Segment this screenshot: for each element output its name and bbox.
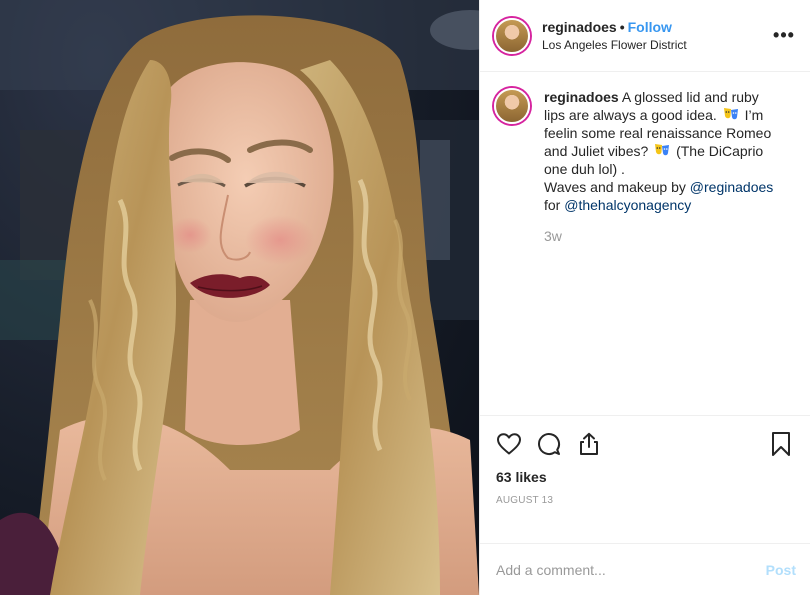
save-button[interactable] (768, 431, 794, 457)
action-icons (496, 424, 794, 464)
like-button[interactable] (496, 431, 522, 457)
bookmark-icon (772, 432, 790, 456)
separator-dot: • (619, 19, 625, 35)
theater-masks-icon (723, 108, 738, 120)
author-info: reginadoes • Follow Los Angeles Flower Dis… (542, 18, 772, 53)
instagram-post-modal: reginadoes • Follow Los Angeles Flower Dis… (0, 0, 810, 595)
location-link[interactable]: Los Angeles Flower District (542, 37, 772, 53)
comment-button[interactable] (536, 431, 562, 457)
likes-count[interactable]: 63 likes (496, 469, 794, 485)
caption-area: reginadoes A glossed lid and ruby lips a… (480, 72, 810, 415)
caption-avatar[interactable] (494, 88, 530, 124)
comment-input[interactable] (496, 561, 766, 578)
follow-button[interactable]: Follow (628, 19, 672, 35)
post-comment-button[interactable]: Post (766, 562, 796, 578)
post-photo[interactable] (0, 0, 479, 595)
post-date[interactable]: AUGUST 13 (496, 495, 794, 506)
post-header: reginadoes • Follow Los Angeles Flower Dis… (480, 0, 810, 72)
theater-masks-icon (655, 144, 670, 156)
mention-link-halcyon[interactable]: @thehalcyonagency (564, 197, 691, 213)
caption-username[interactable]: reginadoes (544, 89, 619, 105)
share-button[interactable] (576, 431, 602, 457)
caption-line-5-prefix: for (544, 197, 561, 213)
caption-text: reginadoes A glossed lid and ruby lips a… (544, 88, 779, 214)
author-avatar[interactable] (494, 17, 530, 54)
portrait-image (0, 0, 479, 595)
post-actions: 63 likes AUGUST 13 (480, 415, 810, 543)
caption-body: reginadoes A glossed lid and ruby lips a… (544, 88, 779, 415)
more-options-icon[interactable]: ••• (772, 24, 796, 48)
share-upload-icon (580, 432, 598, 455)
post-sidebar: reginadoes • Follow Los Angeles Flower Dis… (479, 0, 810, 595)
mention-link-reginadoes[interactable]: @reginadoes (690, 179, 774, 195)
comment-bubble-icon (538, 433, 560, 455)
author-username[interactable]: reginadoes (542, 19, 617, 35)
comment-box: Post (480, 543, 810, 595)
heart-icon (497, 433, 521, 455)
caption-line-4-prefix: Waves and makeup by (544, 179, 686, 195)
author-line: reginadoes • Follow (542, 18, 772, 36)
caption-time-ago[interactable]: 3w (544, 228, 779, 244)
